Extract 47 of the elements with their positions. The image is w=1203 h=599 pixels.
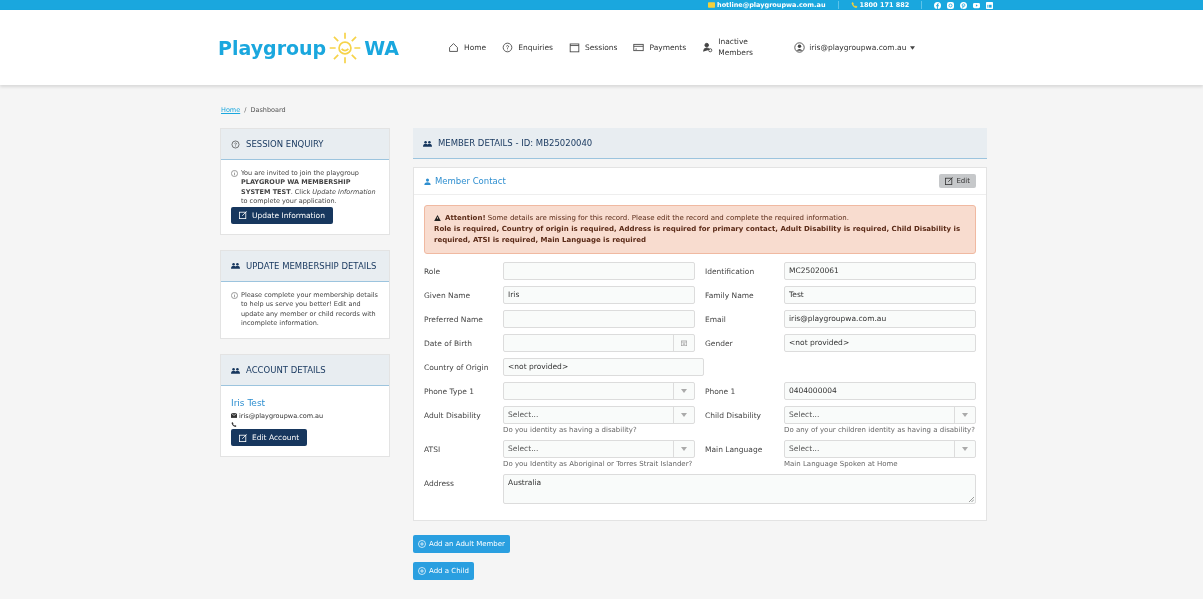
avatar-icon <box>794 42 806 53</box>
plus-circle-icon <box>418 566 426 575</box>
help-icon <box>502 42 513 53</box>
edit-icon <box>945 177 954 185</box>
edit-icon <box>239 433 247 442</box>
account-name: Iris Test <box>231 398 267 409</box>
calendar-icon <box>569 43 580 53</box>
instagram-icon[interactable] <box>947 1 955 9</box>
card-icon <box>633 43 645 52</box>
facebook-icon[interactable] <box>934 1 942 9</box>
linkedin-icon[interactable] <box>986 1 994 9</box>
dropdown-icon <box>681 411 687 418</box>
phone-icon <box>850 2 858 8</box>
dropdown-icon <box>962 445 968 452</box>
mail-icon <box>231 413 237 419</box>
resize-icon <box>969 496 974 502</box>
dropdown-icon <box>681 387 687 394</box>
edit-icon <box>239 211 247 220</box>
date-field[interactable] <box>503 333 695 352</box>
select-field[interactable] <box>503 381 695 400</box>
caret-icon <box>910 45 916 50</box>
input-field[interactable] <box>503 261 695 280</box>
section-title: MEMBER DETAILS - ID: MB25020040 <box>438 138 593 148</box>
calendar-icon <box>681 339 687 346</box>
card-title: Member Contact <box>435 176 507 186</box>
home-icon <box>449 43 458 52</box>
users-icon <box>231 261 240 271</box>
phone-icon <box>231 422 237 428</box>
help-icon <box>231 139 240 149</box>
sun-icon <box>328 30 363 65</box>
dropdown-icon <box>681 445 687 452</box>
info-icon <box>231 291 238 299</box>
user-icon <box>703 42 713 53</box>
dropdown-icon <box>962 411 968 418</box>
user-icon <box>424 177 431 185</box>
info-icon <box>231 170 238 177</box>
users-icon <box>423 138 432 148</box>
mail-icon <box>708 2 715 8</box>
input-field[interactable] <box>503 309 695 328</box>
card-title: SESSION ENQUIRY <box>246 139 324 149</box>
warning-icon <box>434 215 441 222</box>
users-icon <box>231 365 240 375</box>
card-title: UPDATE MEMBERSHIP DETAILS <box>246 260 377 271</box>
youtube-icon[interactable] <box>973 1 981 9</box>
card-title: ACCOUNT DETAILS <box>246 365 326 376</box>
plus-circle-icon <box>418 539 426 548</box>
pinterest-icon[interactable] <box>960 1 968 9</box>
